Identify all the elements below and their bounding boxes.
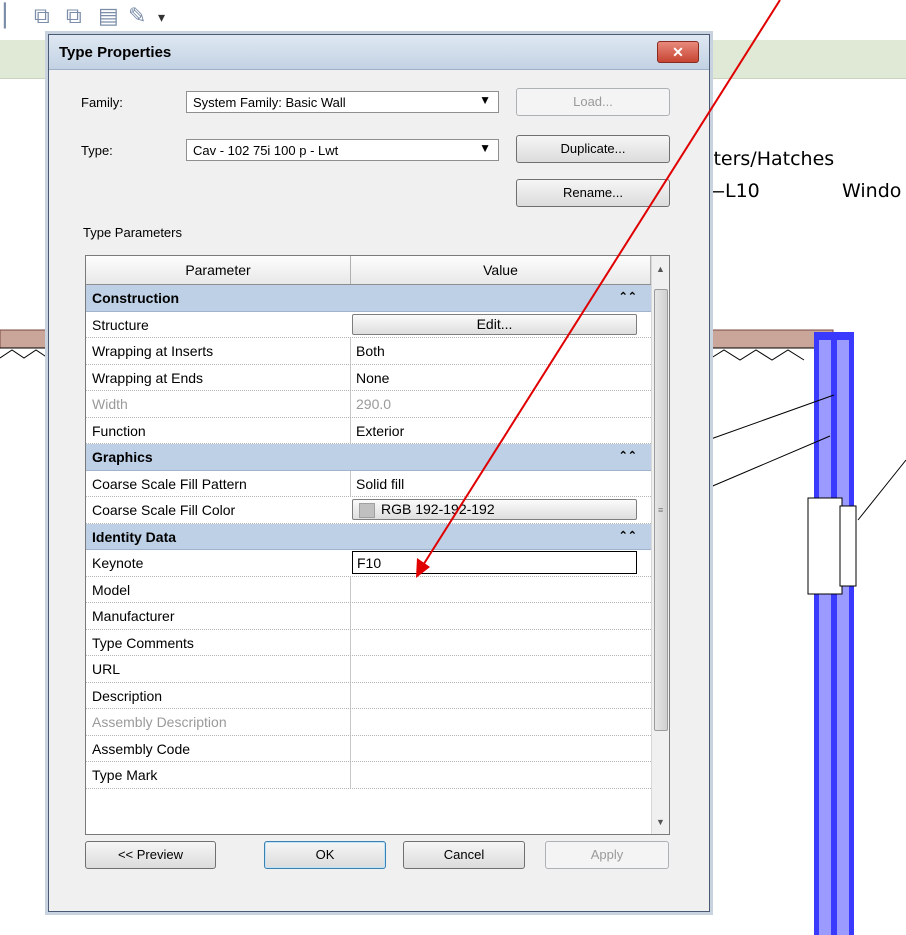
apply-button[interactable]: Apply (545, 841, 669, 869)
cancel-button[interactable]: Cancel (403, 841, 525, 869)
table-row: Width 290.0 (86, 391, 651, 418)
scroll-thumb[interactable]: ≡ (654, 289, 668, 731)
group-row-graphics[interactable]: Graphics ⌃⌃ (86, 444, 651, 471)
load-button[interactable]: Load... (516, 88, 670, 116)
grip-icon: ≡ (658, 505, 664, 515)
parameter-name: Description (92, 687, 163, 704)
table-row: Assembly Description (86, 709, 651, 736)
parameter-name: Model (92, 581, 131, 598)
table-row[interactable]: Model (86, 576, 651, 603)
parameter-value[interactable]: Both (356, 343, 385, 359)
table-row[interactable]: Coarse Scale Fill Pattern Solid fill (86, 470, 651, 497)
group-label: Graphics (92, 449, 153, 465)
canvas-label-hatches: tters/Hatches (706, 148, 835, 170)
parameter-name: Function (92, 422, 146, 439)
table-row[interactable]: Coarse Scale Fill Color RGB 192-192-192 (86, 497, 651, 524)
family-value: System Family: Basic Wall (193, 95, 346, 110)
dropdown-arrow-icon[interactable]: ▾ (158, 10, 165, 26)
parameter-value[interactable]: None (356, 370, 389, 386)
table-row[interactable]: Description (86, 682, 651, 709)
dialog-titlebar[interactable]: Type Properties ✕ (49, 35, 709, 70)
duplicate-button[interactable]: Duplicate... (516, 135, 670, 163)
grid-scrollbar[interactable]: ▲ ≡ ▼ (651, 256, 669, 834)
fill-color-button[interactable]: RGB 192-192-192 (352, 499, 637, 520)
family-label: Family: (81, 95, 123, 110)
type-parameters-grid: Parameter Value Construction ⌃⌃ Structur… (85, 255, 670, 835)
chevron-down-icon: ▼ (479, 141, 491, 155)
dialog-title: Type Properties (59, 44, 172, 61)
group-label: Identity Data (92, 528, 177, 545)
table-row[interactable]: URL (86, 656, 651, 683)
preview-button[interactable]: << Preview (85, 841, 216, 869)
collapse-icon[interactable]: ⌃⌃ (619, 290, 637, 303)
parameter-name: Type Mark (92, 767, 158, 783)
type-parameters-label: Type Parameters (83, 225, 182, 240)
collapse-icon[interactable]: ⌃⌃ (619, 449, 637, 462)
parameter-name: Coarse Scale Fill Color (92, 502, 236, 518)
align-icon[interactable]: ▤ (98, 4, 119, 29)
table-row[interactable]: Wrapping at Inserts Both (86, 338, 651, 365)
column-header-value[interactable]: Value (351, 256, 651, 284)
collapse-icon[interactable]: ⌃⌃ (619, 529, 637, 542)
grid-rows: Construction ⌃⌃ Structure Edit... Wrappi… (86, 285, 651, 789)
table-row[interactable]: Keynote F10 (86, 550, 651, 577)
ok-button[interactable]: OK (264, 841, 386, 869)
table-row[interactable]: Function Exterior (86, 417, 651, 444)
rename-button[interactable]: Rename... (516, 179, 670, 207)
table-row[interactable]: Assembly Code (86, 735, 651, 762)
canvas-label-window: Windo (842, 180, 902, 202)
type-properties-dialog: Type Properties ✕ Family: System Family:… (48, 34, 710, 912)
parameter-name: Wrapping at Ends (92, 369, 204, 386)
parameter-name: Wrapping at Inserts (92, 343, 214, 359)
parameter-name: Assembly Description (92, 714, 227, 730)
color-swatch (359, 503, 375, 518)
parameter-name: Assembly Code (92, 740, 191, 757)
type-select[interactable]: Cav - 102 75i 100 p - Lwt ▼ (186, 139, 499, 161)
scroll-down-icon[interactable]: ▼ (652, 814, 669, 831)
parameter-value[interactable]: Exterior (356, 423, 404, 439)
group-label: Construction (92, 290, 180, 306)
parameter-name: Width (92, 396, 128, 412)
table-row[interactable]: Wrapping at Ends None (86, 364, 651, 391)
close-button[interactable]: ✕ (657, 41, 699, 63)
column-header-parameter[interactable]: Parameter (86, 256, 351, 284)
group-row-identity-data[interactable]: Identity Data ⌃⌃ (86, 523, 651, 550)
table-row[interactable]: Manufacturer (86, 603, 651, 630)
copy-icon[interactable]: ⧉ (34, 4, 50, 29)
paste-icon[interactable]: ⧉ (66, 4, 82, 29)
toolbar-edge-icon[interactable]: ▏ (4, 4, 21, 29)
parameter-value: 290.0 (356, 396, 392, 412)
table-row[interactable]: Structure Edit... (86, 312, 651, 338)
edit-type-icon[interactable]: ✎ (128, 4, 146, 29)
parameter-value[interactable]: Solid fill (356, 476, 404, 492)
parameter-name: Keynote (92, 555, 144, 571)
parameter-name: Type Comments (92, 634, 194, 651)
type-value: Cav - 102 75i 100 p - Lwt (193, 143, 339, 158)
parameter-name: Structure (92, 316, 149, 333)
group-row-construction[interactable]: Construction ⌃⌃ (86, 285, 651, 312)
keynote-input[interactable]: F10 (352, 551, 637, 574)
parameter-name: Coarse Scale Fill Pattern (92, 475, 247, 492)
canvas-label-level: —L10 (706, 180, 760, 202)
fill-color-value: RGB 192-192-192 (381, 501, 495, 517)
parameter-name: URL (92, 661, 121, 677)
type-label: Type: (81, 143, 113, 158)
structure-edit-button[interactable]: Edit... (352, 313, 637, 335)
table-row[interactable]: Type Mark (86, 762, 651, 789)
parameter-name: Manufacturer (92, 608, 175, 624)
chevron-down-icon: ▼ (479, 93, 491, 107)
grid-header: Parameter Value (86, 256, 651, 285)
scroll-up-icon[interactable]: ▲ (652, 261, 669, 278)
table-row[interactable]: Type Comments (86, 629, 651, 656)
family-select[interactable]: System Family: Basic Wall ▼ (186, 91, 499, 113)
